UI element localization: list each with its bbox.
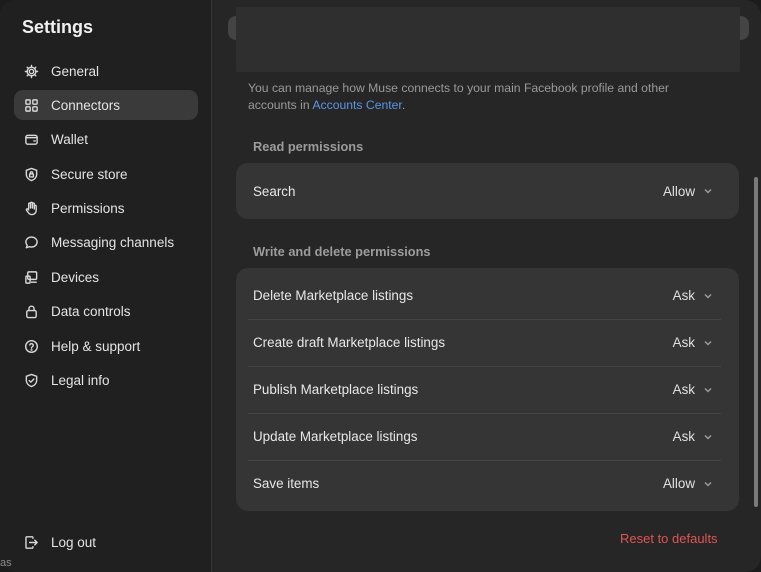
permission-label: Save items	[253, 476, 320, 491]
permission-label: Update Marketplace listings	[253, 429, 418, 444]
connector-description: You can manage how Muse connects to your…	[248, 80, 718, 114]
sidebar-item-label: Devices	[51, 269, 100, 285]
grid-icon	[23, 97, 39, 113]
permission-select[interactable]: Ask	[673, 429, 713, 444]
devices-icon	[23, 269, 39, 285]
sidebar-item-label: Legal info	[51, 373, 110, 389]
permission-value: Ask	[672, 335, 695, 350]
scrollbar-thumb[interactable]	[754, 177, 758, 507]
permission-select[interactable]: Allow	[663, 184, 713, 199]
sidebar-item-label: Secure store	[51, 166, 128, 182]
logout-label: Log out	[51, 534, 97, 550]
top-pill-right-edge	[739, 16, 749, 40]
sidebar: Settings General Connectors Wallet Secur…	[0, 0, 212, 572]
permission-select[interactable]: Ask	[673, 382, 713, 397]
permission-value: Ask	[672, 382, 695, 397]
sidebar-item-legal-info[interactable]: Legal info	[14, 366, 198, 396]
permission-label: Search	[253, 183, 296, 199]
logout-button[interactable]: Log out	[14, 527, 198, 557]
permission-value: Ask	[672, 288, 695, 303]
accounts-center-link[interactable]: Accounts Center	[312, 98, 401, 112]
permission-value: Allow	[663, 183, 695, 199]
permission-select[interactable]: Ask	[673, 335, 713, 350]
permission-row-update-listings: Update Marketplace listings Ask	[236, 413, 739, 460]
read-permissions-heading: Read permissions	[253, 139, 364, 154]
sidebar-item-wallet[interactable]: Wallet	[14, 125, 198, 155]
sidebar-item-permissions[interactable]: Permissions	[14, 194, 198, 224]
write-permissions-card: Delete Marketplace listings Ask Create d…	[236, 268, 739, 511]
chevron-down-icon	[704, 293, 712, 299]
permission-row-save-items: Save items Allow	[236, 460, 739, 507]
permission-value: Allow	[663, 476, 695, 491]
shield-lock-icon	[23, 166, 39, 182]
chat-bubble-icon	[23, 235, 39, 251]
permission-select[interactable]: Allow	[663, 476, 713, 491]
permission-row-search: Search Allow	[236, 163, 739, 219]
sidebar-nav: General Connectors Wallet Secure store P…	[14, 56, 198, 400]
reset-to-defaults-button[interactable]: Reset to defaults	[620, 531, 718, 546]
sidebar-item-label: Wallet	[51, 132, 89, 148]
shield-check-icon	[23, 373, 39, 389]
wallet-icon	[23, 132, 39, 148]
sidebar-item-messaging-channels[interactable]: Messaging channels	[14, 228, 198, 258]
lock-icon	[23, 304, 39, 320]
sidebar-item-connectors[interactable]: Connectors	[14, 90, 198, 121]
hand-icon	[23, 201, 39, 217]
permission-label: Delete Marketplace listings	[253, 288, 414, 303]
logout-icon	[23, 534, 39, 550]
sidebar-item-general[interactable]: General	[14, 56, 198, 86]
write-permissions-heading: Write and delete permissions	[253, 244, 431, 259]
sidebar-title: Settings	[22, 17, 94, 37]
account-header-card	[236, 7, 740, 72]
permission-row-create-draft-listings: Create draft Marketplace listings Ask	[236, 319, 739, 366]
background-edge-text: as	[0, 557, 12, 569]
sidebar-item-label: General	[51, 63, 100, 79]
chevron-down-icon	[704, 387, 712, 393]
sidebar-item-help-support[interactable]: Help & support	[14, 331, 198, 361]
chevron-down-icon	[704, 481, 712, 487]
sidebar-item-label: Permissions	[51, 201, 125, 217]
read-permissions-card: Search Allow	[236, 163, 739, 219]
permission-row-delete-listings: Delete Marketplace listings Ask	[236, 272, 739, 319]
permission-select[interactable]: Ask	[673, 288, 713, 303]
help-icon	[23, 338, 39, 354]
sidebar-item-label: Connectors	[51, 97, 121, 113]
description-suffix: .	[401, 98, 406, 112]
permission-label: Publish Marketplace listings	[253, 382, 419, 397]
sidebar-item-secure-store[interactable]: Secure store	[14, 159, 198, 189]
settings-window: Settings General Connectors Wallet Secur…	[0, 0, 761, 572]
sidebar-item-label: Messaging channels	[51, 235, 175, 251]
sidebar-item-data-controls[interactable]: Data controls	[14, 297, 198, 327]
chevron-down-icon	[704, 340, 712, 346]
main-content: You can manage how Muse connects to your…	[213, 0, 761, 572]
permission-label: Create draft Marketplace listings	[253, 335, 446, 350]
gear-icon	[23, 63, 39, 79]
permission-row-publish-listings: Publish Marketplace listings Ask	[236, 366, 739, 413]
sidebar-item-label: Data controls	[51, 304, 131, 320]
permission-value: Ask	[672, 429, 695, 444]
chevron-down-icon	[704, 434, 712, 440]
logout-container: Log out	[14, 527, 198, 561]
sidebar-item-devices[interactable]: Devices	[14, 262, 198, 292]
chevron-down-icon	[704, 188, 712, 194]
sidebar-item-label: Help & support	[51, 338, 141, 354]
